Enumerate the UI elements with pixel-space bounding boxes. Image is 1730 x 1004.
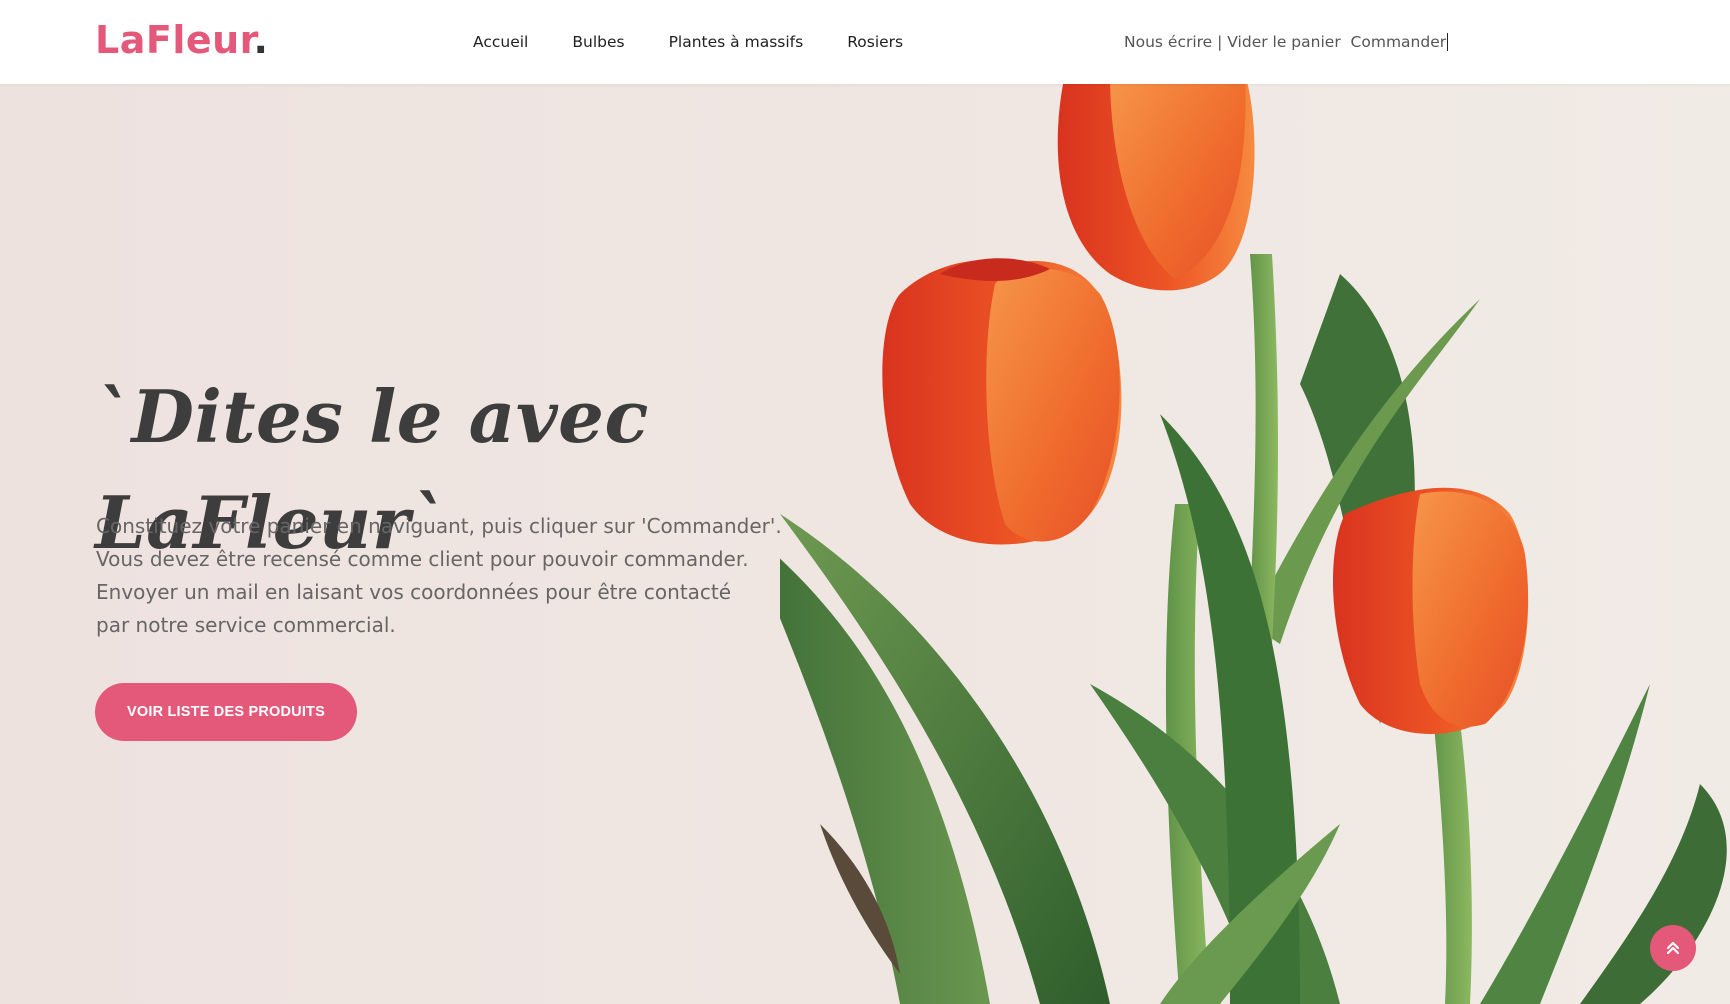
nav-item-accueil[interactable]: Accueil (473, 33, 528, 51)
scroll-to-top-button[interactable] (1650, 925, 1696, 971)
order-link[interactable]: Commander (1351, 33, 1449, 51)
description-line: Constituez votre panier en naviguant, pu… (96, 514, 782, 538)
tulips-image (780, 84, 1727, 1004)
write-us-link[interactable]: Nous écrire (1124, 33, 1212, 51)
double-chevron-up-icon (1666, 941, 1680, 955)
view-products-button[interactable]: VOIR LISTE DES PRODUITS (95, 683, 357, 741)
description-line: par notre service commercial. (96, 613, 396, 637)
hero-title-line-1: `Dites le avec (95, 374, 649, 459)
brand-logo[interactable]: LaFleur. (95, 18, 268, 62)
nav-item-bulbes[interactable]: Bulbes (572, 33, 624, 51)
separator: | (1212, 33, 1228, 51)
empty-cart-link[interactable]: Vider le panier (1227, 33, 1340, 51)
hero-description: Constituez votre panier en naviguant, pu… (96, 510, 816, 642)
main-nav: Accueil Bulbes Plantes à massifs Rosiers (473, 33, 903, 51)
nav-item-plantes-a-massifs[interactable]: Plantes à massifs (669, 33, 804, 51)
brand-dot: . (253, 18, 269, 62)
site-header: LaFleur. Accueil Bulbes Plantes à massif… (0, 0, 1730, 84)
description-line: Envoyer un mail en laisant vos coordonné… (96, 580, 732, 604)
nav-item-rosiers[interactable]: Rosiers (847, 33, 903, 51)
utility-links: Nous écrire | Vider le panier Commander (1124, 33, 1449, 51)
description-line: Vous devez être recensé comme client pou… (96, 547, 749, 571)
brand-name: LaFleur (95, 18, 254, 62)
